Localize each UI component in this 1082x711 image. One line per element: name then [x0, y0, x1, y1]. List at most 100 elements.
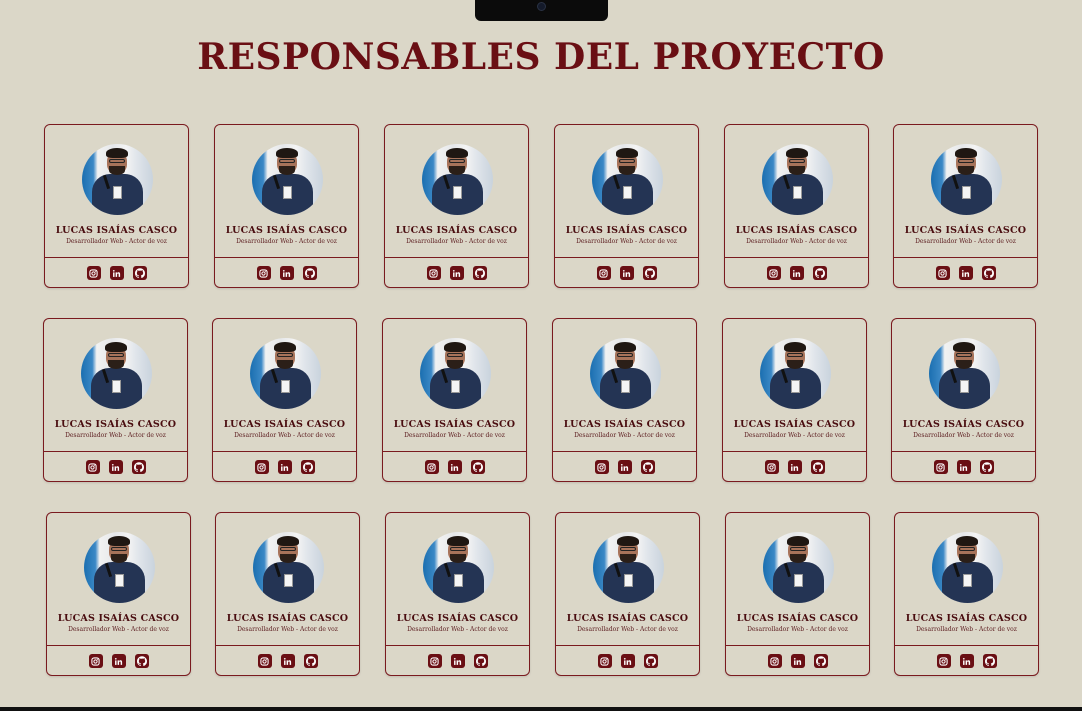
avatar — [252, 144, 323, 215]
member-name: LUCAS ISAÍAS CASCO — [226, 613, 349, 624]
github-icon[interactable] — [300, 460, 315, 474]
member-role: Desarrollador Web - Actor de voz — [747, 626, 848, 633]
linkedin-icon[interactable] — [280, 654, 295, 668]
instagram-icon[interactable] — [594, 460, 609, 474]
github-icon[interactable] — [642, 266, 657, 280]
linkedin-icon[interactable] — [109, 266, 124, 280]
avatar — [932, 532, 1003, 603]
github-icon[interactable] — [979, 460, 994, 474]
social-links — [383, 460, 526, 474]
github-icon[interactable] — [813, 654, 828, 668]
member-card: LUCAS ISAÍAS CASCO Desarrollador Web - A… — [384, 124, 529, 288]
member-name: LUCAS ISAÍAS CASCO — [733, 419, 856, 430]
linkedin-icon[interactable] — [789, 266, 804, 280]
divider — [44, 451, 187, 452]
social-links — [894, 266, 1037, 280]
avatar — [593, 532, 664, 603]
member-card: LUCAS ISAÍAS CASCO Desarrollador Web - A… — [212, 318, 357, 482]
linkedin-icon[interactable] — [277, 460, 292, 474]
member-role: Desarrollador Web - Actor de voz — [577, 626, 678, 633]
instagram-icon[interactable] — [257, 654, 272, 668]
github-icon[interactable] — [303, 654, 318, 668]
linkedin-icon[interactable] — [959, 654, 974, 668]
instagram-icon[interactable] — [85, 460, 100, 474]
social-links — [723, 460, 866, 474]
instagram-icon[interactable] — [424, 460, 439, 474]
linkedin-icon[interactable] — [787, 460, 802, 474]
instagram-icon[interactable] — [86, 266, 101, 280]
instagram-icon[interactable] — [597, 654, 612, 668]
member-card: LUCAS ISAÍAS CASCO Desarrollador Web - A… — [43, 318, 188, 482]
member-card: LUCAS ISAÍAS CASCO Desarrollador Web - A… — [215, 512, 360, 676]
member-card: LUCAS ISAÍAS CASCO Desarrollador Web - A… — [44, 124, 189, 288]
linkedin-icon[interactable] — [620, 654, 635, 668]
page-title: RESPONSABLES DEL PROYECTO — [197, 36, 885, 78]
instagram-icon[interactable] — [596, 266, 611, 280]
member-name: LUCAS ISAÍAS CASCO — [736, 613, 859, 624]
avatar — [762, 144, 833, 215]
instagram-icon[interactable] — [764, 460, 779, 474]
avatar — [423, 532, 494, 603]
github-icon[interactable] — [810, 460, 825, 474]
github-icon[interactable] — [470, 460, 485, 474]
instagram-icon[interactable] — [767, 654, 782, 668]
member-role: Desarrollador Web - Actor de voz — [913, 432, 1014, 439]
linkedin-icon[interactable] — [617, 460, 632, 474]
instagram-icon[interactable] — [427, 654, 442, 668]
divider — [895, 645, 1038, 646]
instagram-icon[interactable] — [88, 654, 103, 668]
member-role: Desarrollador Web - Actor de voz — [68, 626, 169, 633]
avatar — [84, 532, 155, 603]
member-card: LUCAS ISAÍAS CASCO Desarrollador Web - A… — [894, 512, 1039, 676]
linkedin-icon[interactable] — [449, 266, 464, 280]
member-name: LUCAS ISAÍAS CASCO — [396, 613, 519, 624]
instagram-icon[interactable] — [766, 266, 781, 280]
linkedin-icon[interactable] — [619, 266, 634, 280]
avatar — [763, 532, 834, 603]
instagram-icon[interactable] — [933, 460, 948, 474]
social-links — [555, 266, 698, 280]
linkedin-icon[interactable] — [108, 460, 123, 474]
social-links — [47, 654, 190, 668]
instagram-icon[interactable] — [256, 266, 271, 280]
avatar — [420, 338, 491, 409]
github-icon[interactable] — [643, 654, 658, 668]
github-icon[interactable] — [134, 654, 149, 668]
member-name: LUCAS ISAÍAS CASCO — [223, 419, 346, 430]
github-icon[interactable] — [472, 266, 487, 280]
instagram-icon[interactable] — [426, 266, 441, 280]
social-links — [385, 266, 528, 280]
divider — [47, 645, 190, 646]
github-icon[interactable] — [982, 654, 997, 668]
linkedin-icon[interactable] — [958, 266, 973, 280]
linkedin-icon[interactable] — [279, 266, 294, 280]
linkedin-icon[interactable] — [111, 654, 126, 668]
github-icon[interactable] — [302, 266, 317, 280]
github-icon[interactable] — [473, 654, 488, 668]
member-card: LUCAS ISAÍAS CASCO Desarrollador Web - A… — [214, 124, 359, 288]
github-icon[interactable] — [640, 460, 655, 474]
github-icon[interactable] — [981, 266, 996, 280]
bottom-bar — [0, 707, 1082, 711]
instagram-icon[interactable] — [935, 266, 950, 280]
linkedin-icon[interactable] — [790, 654, 805, 668]
member-role: Desarrollador Web - Actor de voz — [746, 238, 847, 245]
instagram-icon[interactable] — [254, 460, 269, 474]
github-icon[interactable] — [812, 266, 827, 280]
divider — [215, 257, 358, 258]
member-name: LUCAS ISAÍAS CASCO — [904, 225, 1027, 236]
github-icon[interactable] — [131, 460, 146, 474]
divider — [386, 645, 529, 646]
linkedin-icon[interactable] — [956, 460, 971, 474]
member-name: LUCAS ISAÍAS CASCO — [393, 419, 516, 430]
social-links — [45, 266, 188, 280]
linkedin-icon[interactable] — [450, 654, 465, 668]
github-icon[interactable] — [132, 266, 147, 280]
instagram-icon[interactable] — [936, 654, 951, 668]
member-card: LUCAS ISAÍAS CASCO Desarrollador Web - A… — [725, 512, 870, 676]
member-role: Desarrollador Web - Actor de voz — [236, 238, 337, 245]
member-role: Desarrollador Web - Actor de voz — [404, 432, 505, 439]
divider — [216, 645, 359, 646]
linkedin-icon[interactable] — [447, 460, 462, 474]
avatar — [253, 532, 324, 603]
